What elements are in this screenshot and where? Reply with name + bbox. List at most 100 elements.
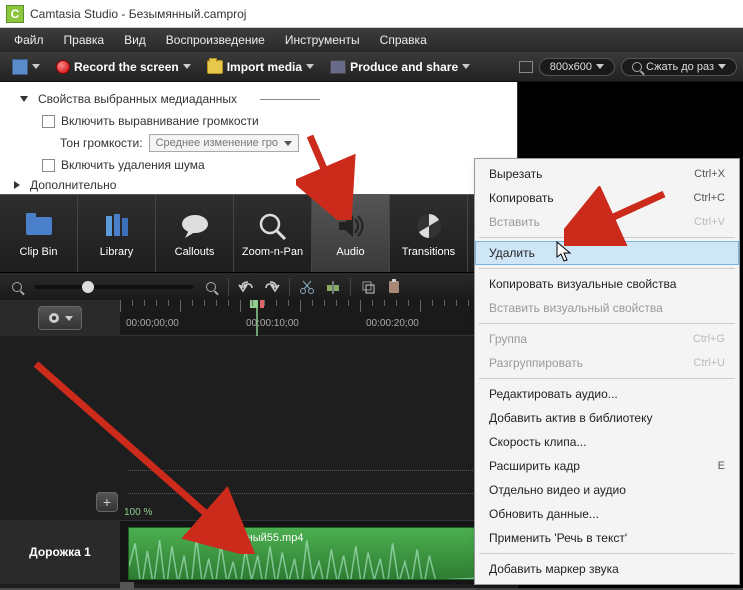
chevron-down-icon bbox=[718, 64, 726, 69]
cursor-arrow-icon bbox=[556, 241, 574, 263]
tab-label: Transitions bbox=[402, 246, 455, 258]
ctx-label: Вырезать bbox=[489, 167, 542, 181]
ctx-item[interactable]: Обновить данные... bbox=[475, 502, 739, 526]
tab-callouts[interactable]: Callouts bbox=[156, 195, 234, 272]
menu-tools[interactable]: Инструменты bbox=[277, 31, 368, 49]
ctx-item[interactable]: Скорость клипа... bbox=[475, 430, 739, 454]
ctx-label: Добавить маркер звука bbox=[489, 562, 619, 576]
ctx-item: Вставить визуальный свойства bbox=[475, 296, 739, 320]
ctx-item[interactable]: Удалить bbox=[475, 241, 739, 265]
ctx-item[interactable]: Вырезать Ctrl+X bbox=[475, 162, 739, 186]
ctx-label: Удалить bbox=[489, 246, 535, 260]
titlebar: C Camtasia Studio - Безымянный.camproj bbox=[0, 0, 743, 28]
ruler-time-1: 00:00:10;00 bbox=[246, 318, 299, 329]
record-icon bbox=[56, 60, 70, 74]
menubar: Файл Правка Вид Воспроизведение Инструме… bbox=[0, 28, 743, 52]
chevron-down-icon bbox=[284, 141, 292, 146]
main-toolbar: Record the screen Import media Produce a… bbox=[0, 52, 743, 82]
chevron-down-icon bbox=[32, 64, 40, 69]
expand-icon[interactable] bbox=[14, 181, 20, 189]
ctx-label: Добавить актив в библиотеку bbox=[489, 411, 653, 425]
menu-help[interactable]: Справка bbox=[372, 31, 435, 49]
track-header[interactable]: Дорожка 1 bbox=[0, 520, 120, 584]
ctx-shortcut: Ctrl+X bbox=[694, 168, 725, 180]
tab-library[interactable]: Library bbox=[78, 195, 156, 272]
ctx-label: Отдельно видео и аудио bbox=[489, 483, 626, 497]
chevron-down-icon bbox=[183, 64, 191, 69]
ctx-label: Копировать визуальные свойства bbox=[489, 277, 676, 291]
tab-transitions[interactable]: Transitions bbox=[390, 195, 468, 272]
tab-audio[interactable]: Audio bbox=[312, 195, 390, 272]
import-button[interactable]: Import media bbox=[201, 57, 320, 77]
tab-clip-bin[interactable]: Clip Bin bbox=[0, 195, 78, 272]
tab-label: Library bbox=[100, 246, 134, 258]
tone-select[interactable]: Среднее изменение гро bbox=[149, 134, 299, 152]
ctx-label: Обновить данные... bbox=[489, 507, 599, 521]
produce-button[interactable]: Produce and share bbox=[324, 57, 476, 77]
ctx-label: Вставить визуальный свойства bbox=[489, 301, 663, 315]
zoom-slider[interactable] bbox=[34, 285, 194, 289]
track-name: Дорожка 1 bbox=[29, 545, 91, 559]
menu-playback[interactable]: Воспроизведение bbox=[158, 31, 273, 49]
ruler-time-2: 00:00:20;00 bbox=[366, 318, 419, 329]
ctx-label: Копировать bbox=[489, 191, 554, 205]
ctx-label: Группа bbox=[489, 332, 527, 346]
ctx-item[interactable]: Применить 'Речь в текст' bbox=[475, 526, 739, 550]
cut-button[interactable] bbox=[298, 278, 316, 296]
ctx-label: Разгруппировать bbox=[489, 356, 583, 370]
ctx-item[interactable]: КопироватьCtrl+C bbox=[475, 186, 739, 210]
ctx-item[interactable]: Копировать визуальные свойства bbox=[475, 272, 739, 296]
speaker-icon bbox=[335, 211, 367, 241]
paste-button[interactable] bbox=[385, 278, 403, 296]
zoom-in-icon[interactable] bbox=[202, 278, 220, 296]
collapse-icon[interactable] bbox=[20, 96, 28, 102]
save-button[interactable] bbox=[6, 56, 46, 78]
shrink-selector[interactable]: Сжать до раз bbox=[621, 58, 737, 76]
window-title: Camtasia Studio - Безымянный.camproj bbox=[30, 7, 246, 21]
import-label: Import media bbox=[227, 60, 302, 74]
split-button[interactable] bbox=[324, 278, 342, 296]
menu-edit[interactable]: Правка bbox=[56, 31, 113, 49]
ctx-label: Скорость клипа... bbox=[489, 435, 586, 449]
film-icon bbox=[330, 60, 346, 74]
menu-file[interactable]: Файл bbox=[6, 31, 52, 49]
context-menu: Вырезать Ctrl+X КопироватьCtrl+C Вставить Ct… bbox=[474, 158, 740, 585]
copy-button[interactable] bbox=[359, 278, 377, 296]
record-label: Record the screen bbox=[74, 60, 179, 74]
chevron-down-icon bbox=[462, 64, 470, 69]
zoom-percent: 100 % bbox=[124, 507, 152, 518]
tab-label: Zoom-n-Pan bbox=[242, 246, 303, 258]
ctx-shortcut: Ctrl+G bbox=[693, 333, 725, 345]
timeline-settings-button[interactable] bbox=[38, 306, 82, 330]
add-track-button[interactable]: + bbox=[96, 492, 118, 512]
ctx-item[interactable]: Редактировать аудио... bbox=[475, 382, 739, 406]
folder-icon bbox=[207, 60, 223, 74]
zoom-out-icon[interactable] bbox=[8, 278, 26, 296]
noise-removal-checkbox[interactable] bbox=[42, 159, 55, 172]
shrink-label: Сжать до раз bbox=[646, 61, 714, 73]
ctx-shortcut: E bbox=[718, 460, 725, 472]
ctx-item[interactable]: Расширить кадр E bbox=[475, 454, 739, 478]
ctx-label: Применить 'Речь в текст' bbox=[489, 531, 627, 545]
ctx-item[interactable]: Отдельно видео и аудио bbox=[475, 478, 739, 502]
ctx-label: Вставить bbox=[489, 215, 540, 229]
tab-label: Audio bbox=[336, 246, 364, 258]
preview-size-label: 800x600 bbox=[550, 61, 592, 73]
chevron-down-icon bbox=[596, 64, 604, 69]
ctx-item[interactable]: Добавить маркер звука bbox=[475, 557, 739, 581]
redo-button[interactable] bbox=[263, 278, 281, 296]
fullscreen-icon[interactable] bbox=[519, 61, 533, 73]
volume-leveling-label: Включить выравнивание громкости bbox=[61, 114, 259, 128]
ctx-item[interactable]: Добавить актив в библиотеку bbox=[475, 406, 739, 430]
app-icon: C bbox=[6, 5, 24, 23]
magnifier-icon bbox=[632, 62, 642, 72]
timeline-options-area bbox=[0, 300, 120, 336]
ctx-label: Расширить кадр bbox=[489, 459, 580, 473]
volume-leveling-checkbox[interactable] bbox=[42, 115, 55, 128]
preview-size-selector[interactable]: 800x600 bbox=[539, 58, 615, 76]
menu-view[interactable]: Вид bbox=[116, 31, 154, 49]
h-scroll-nub[interactable] bbox=[120, 582, 134, 590]
tab-zoom-pan[interactable]: Zoom-n-Pan bbox=[234, 195, 312, 272]
record-button[interactable]: Record the screen bbox=[50, 57, 197, 77]
undo-button[interactable] bbox=[237, 278, 255, 296]
